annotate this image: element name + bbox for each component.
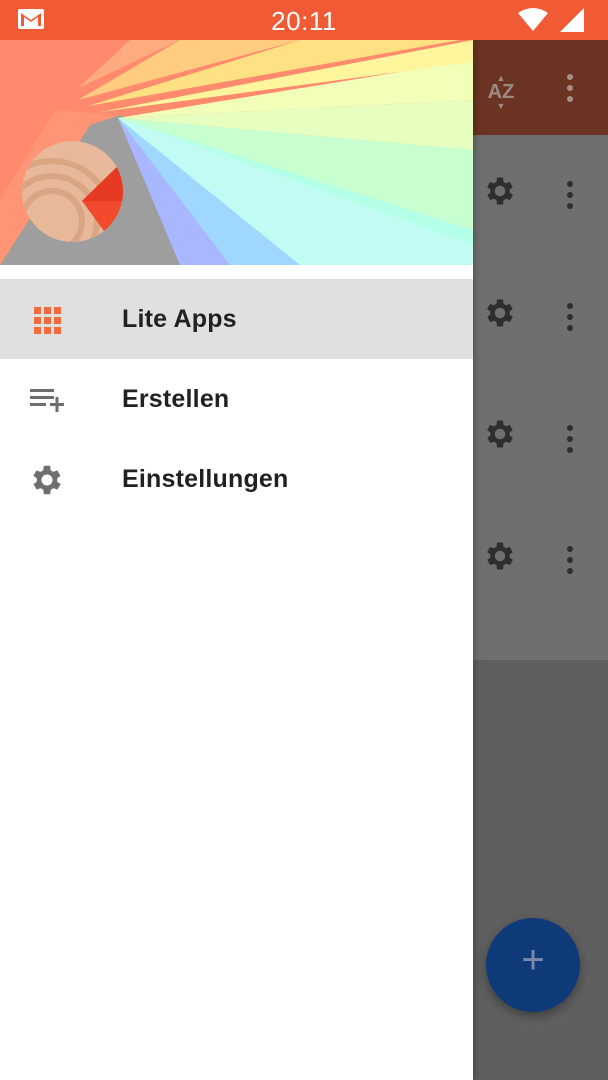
- add-fab-button[interactable]: +: [486, 918, 580, 1012]
- sort-az-icon[interactable]: ▲ AZ ▼: [484, 74, 518, 111]
- menu-item-label: Lite Apps: [122, 305, 237, 333]
- navigation-drawer: Lite Apps Erstellen Einstellungen: [0, 40, 473, 1080]
- drawer-menu: Lite Apps Erstellen Einstellungen: [0, 279, 473, 519]
- row-overflow-icon[interactable]: [567, 546, 573, 579]
- gear-icon[interactable]: [482, 173, 518, 209]
- apps-grid-icon: [34, 307, 61, 334]
- menu-item-einstellungen[interactable]: Einstellungen: [0, 439, 473, 519]
- avatar[interactable]: [22, 141, 123, 242]
- gear-icon[interactable]: [482, 295, 518, 331]
- menu-item-lite-apps[interactable]: Lite Apps: [0, 279, 473, 359]
- drawer-header: [0, 40, 473, 265]
- menu-item-label: Einstellungen: [122, 465, 289, 493]
- signal-icon: [560, 8, 584, 37]
- gear-icon[interactable]: [482, 416, 518, 452]
- row-overflow-icon[interactable]: [567, 425, 573, 458]
- menu-item-erstellen[interactable]: Erstellen: [0, 359, 473, 439]
- row-overflow-icon[interactable]: [567, 303, 573, 336]
- status-bar: 20:11: [0, 0, 608, 40]
- gear-icon[interactable]: [482, 538, 518, 574]
- gear-icon: [33, 465, 61, 495]
- wifi-icon: [518, 8, 548, 37]
- status-time: 20:11: [271, 6, 337, 36]
- row-overflow-icon[interactable]: [567, 181, 573, 214]
- overflow-menu-icon[interactable]: [567, 74, 573, 107]
- menu-item-label: Erstellen: [122, 385, 230, 413]
- playlist-add-icon: [30, 389, 64, 412]
